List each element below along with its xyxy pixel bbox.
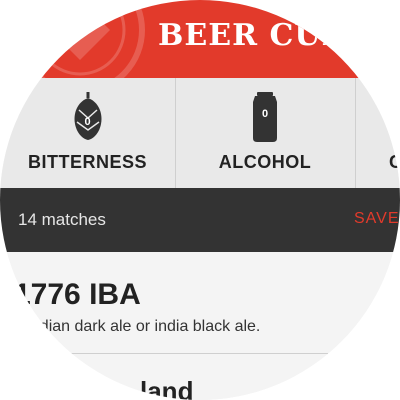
beer-name: land (140, 376, 194, 400)
app-title: BEER CURAT (158, 18, 394, 53)
bitterness-value: 0 (84, 116, 91, 128)
filter-third[interactable]: C (355, 78, 400, 188)
app-viewport: BEER CURAT 0 BITTERNESS 0 ALCOHOL C 14 m… (0, 0, 400, 400)
can-icon: 0 (251, 92, 279, 142)
list-divider (6, 353, 328, 354)
hop-icon: 0 (71, 92, 105, 140)
brewery-logo-watermark (15, 0, 145, 78)
filter-alcohol[interactable]: 0 ALCOHOL (175, 78, 356, 188)
beer-name: 1776 IBA (14, 278, 141, 311)
alcohol-label: ALCOHOL (218, 152, 312, 172)
third-filter-label: C (389, 152, 400, 172)
results-list: 1776 IBA ascadian dark ale or india blac… (0, 252, 400, 400)
beer-description: ascadian dark ale or india black ale. (6, 318, 261, 335)
filter-bitterness[interactable]: 0 BITTERNESS (0, 78, 176, 188)
results-bar: 14 matches SAVE (0, 188, 400, 252)
filter-bar: 0 BITTERNESS 0 ALCOHOL C (0, 78, 400, 189)
bitterness-label: BITTERNESS (27, 152, 147, 172)
match-count: 14 matches (18, 210, 106, 229)
app-header: BEER CURAT (0, 0, 400, 78)
save-button[interactable]: SAVE (354, 210, 400, 228)
alcohol-value: 0 (261, 108, 269, 120)
